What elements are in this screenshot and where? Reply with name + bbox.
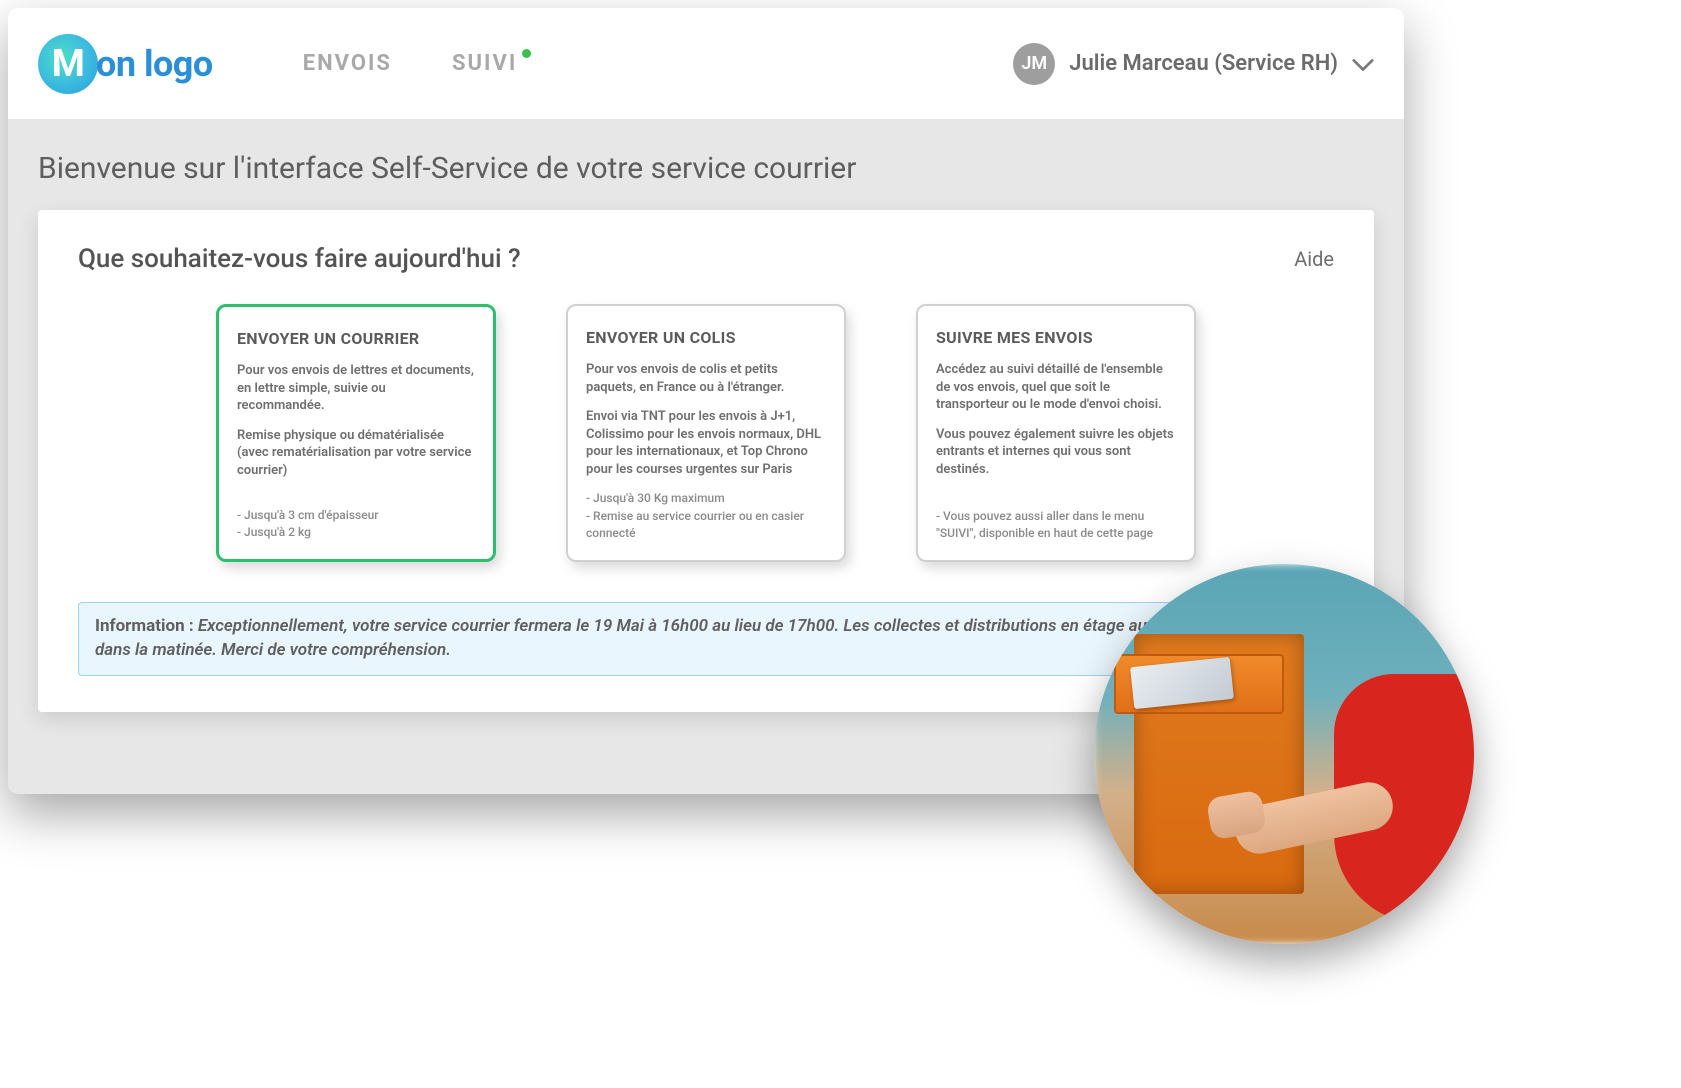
card-header-row: Que souhaitez-vous faire aujourd'hui ? A… [78,244,1334,274]
option-desc: Pour vos envois de lettres et documents,… [237,362,475,415]
primary-nav: ENVOIS SUIVI [303,51,518,76]
help-link[interactable]: Aide [1294,247,1334,271]
nav-item-suivi[interactable]: SUIVI [452,51,517,76]
feature-image-icon [1094,564,1474,944]
option-card-envoyer-colis[interactable]: ENVOYER UN COLIS Pour vos envois de coli… [566,304,846,562]
option-title: ENVOYER UN COURRIER [237,329,475,348]
option-card-envoyer-courrier[interactable]: ENVOYER UN COURRIER Pour vos envois de l… [216,304,496,562]
app-header: M on logo ENVOIS SUIVI JM Julie Marceau … [8,8,1404,123]
option-title: SUIVRE MES ENVOIS [936,328,1176,347]
chevron-down-icon [1352,57,1374,71]
option-meta: - Jusqu'à 3 cm d'épaisseur - Jusqu'à 2 k… [237,507,475,542]
user-display-name: Julie Marceau (Service RH) [1069,51,1338,76]
notification-dot-icon [522,49,531,58]
nav-item-envois[interactable]: ENVOIS [303,51,392,76]
option-desc: Accédez au suivi détaillé de l'ensemble … [936,361,1176,414]
option-desc: Vous pouvez également suivre les objets … [936,426,1176,479]
logo[interactable]: M on logo [38,34,213,94]
option-desc: Pour vos envois de colis et petits paque… [586,361,826,396]
option-meta: - Jusqu'à 30 Kg maximum - Remise au serv… [586,490,826,542]
app-window: M on logo ENVOIS SUIVI JM Julie Marceau … [8,8,1404,794]
nav-item-label: SUIVI [452,51,517,76]
option-title: ENVOYER UN COLIS [586,328,826,347]
page-title: Bienvenue sur l'interface Self-Service d… [38,151,1374,186]
logo-mark-icon: M [38,34,98,94]
card-title: Que souhaitez-vous faire aujourd'hui ? [78,244,521,274]
option-desc: Remise physique ou dématérialisée (avec … [237,427,475,480]
info-prefix: Information : [95,616,198,636]
option-meta: - Vous pouvez aussi aller dans le menu "… [936,508,1176,543]
logo-text: on logo [96,43,213,85]
options-row: ENVOYER UN COURRIER Pour vos envois de l… [78,304,1334,562]
avatar: JM [1013,43,1055,85]
user-menu[interactable]: JM Julie Marceau (Service RH) [1013,43,1374,85]
option-card-suivre-envois[interactable]: SUIVRE MES ENVOIS Accédez au suivi détai… [916,304,1196,562]
nav-item-label: ENVOIS [303,51,392,76]
option-desc: Envoi via TNT pour les envois à J+1, Col… [586,408,826,478]
